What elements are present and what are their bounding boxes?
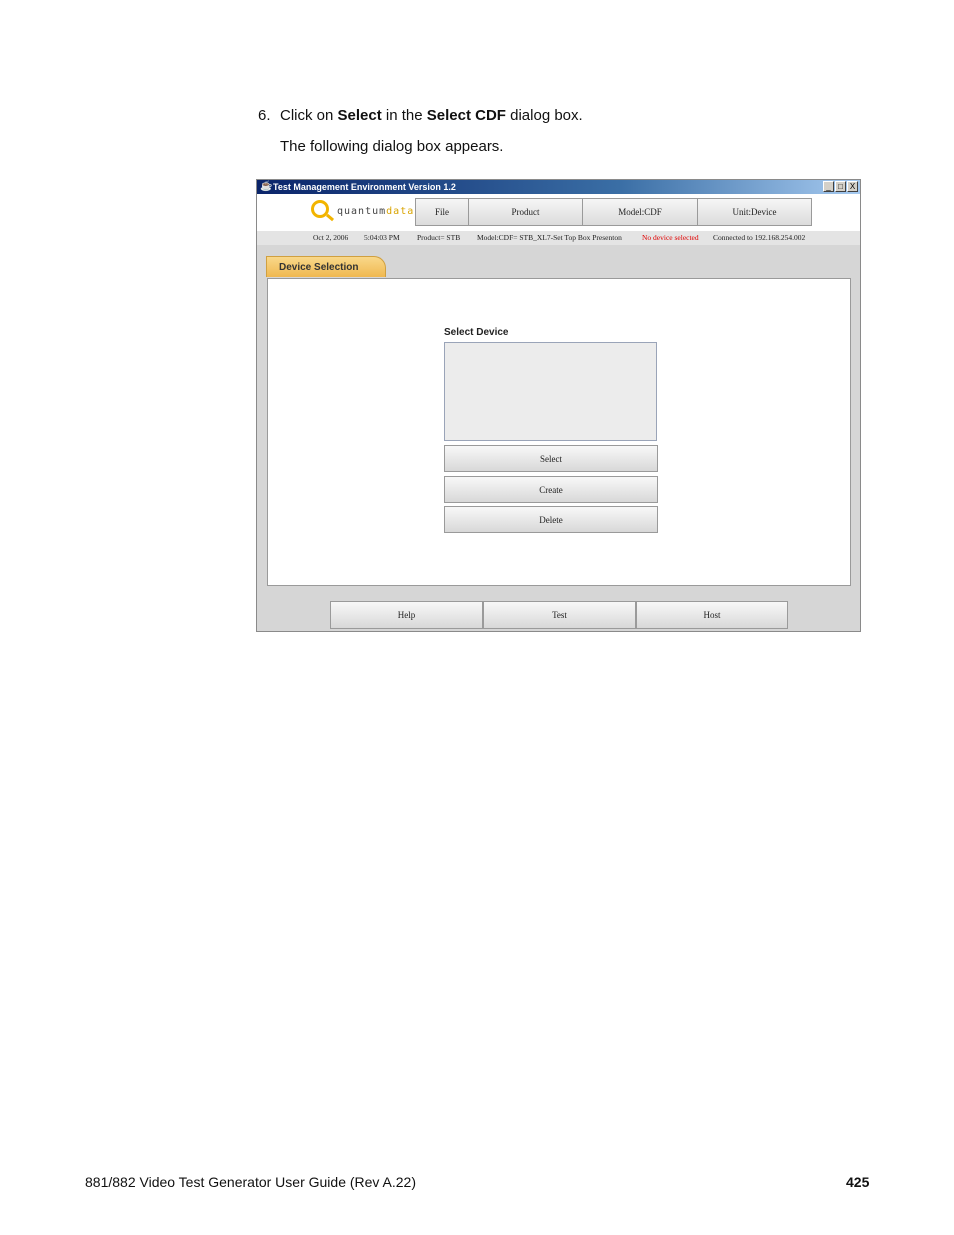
select-device-label: Select Device: [444, 327, 509, 338]
footer-page-number: 425: [846, 1174, 870, 1190]
status-time: 5:04:03 PM: [364, 233, 400, 242]
device-list[interactable]: [444, 342, 657, 441]
step-number: 6.: [258, 107, 271, 124]
status-model: Model:CDF= STB_XL7-Set Top Box Presenton: [477, 233, 622, 242]
status-bar: Oct 2, 2006 5:04:03 PM Product= STB Mode…: [257, 231, 860, 245]
window-title: Test Management Environment Version 1.2: [273, 182, 456, 192]
logo-text: quantumdata: [337, 206, 415, 217]
window-titlebar: ☕ Test Management Environment Version 1.…: [257, 180, 860, 194]
help-button[interactable]: Help: [330, 601, 483, 629]
instruction-subtext: The following dialog box appears.: [280, 138, 504, 155]
java-cup-icon: ☕: [260, 181, 273, 192]
device-selection-panel: Select Device Select Create Delete: [267, 278, 851, 586]
status-product: Product= STB: [417, 233, 461, 242]
create-button[interactable]: Create: [444, 476, 658, 503]
quantum-q-icon: [311, 200, 329, 218]
close-button[interactable]: X: [847, 181, 858, 192]
test-button[interactable]: Test: [483, 601, 636, 629]
status-connection: Connected to 192.168.254.002: [713, 233, 806, 242]
maximize-button[interactable]: □: [835, 181, 846, 192]
tab-device-selection[interactable]: Device Selection: [266, 256, 386, 277]
app-header: quantumdata File Product Model:CDF Unit:…: [257, 194, 860, 231]
step-text: Click on Select in the Select CDF dialog…: [280, 107, 583, 124]
footer-guide-title: 881/882 Video Test Generator User Guide …: [85, 1174, 417, 1190]
menu-model-cdf-button[interactable]: Model:CDF: [582, 198, 698, 226]
minimize-button[interactable]: _: [823, 181, 834, 192]
host-button[interactable]: Host: [636, 601, 788, 629]
quantumdata-logo: quantumdata: [309, 198, 419, 226]
menu-unit-device-button[interactable]: Unit:Device: [697, 198, 812, 226]
delete-button[interactable]: Delete: [444, 506, 658, 533]
app-window-screenshot: ☕ Test Management Environment Version 1.…: [256, 179, 861, 632]
menu-file-button[interactable]: File: [415, 198, 469, 226]
status-date: Oct 2, 2006: [313, 233, 349, 242]
select-button[interactable]: Select: [444, 445, 658, 472]
status-device: No device selected: [642, 233, 699, 242]
menu-product-button[interactable]: Product: [468, 198, 583, 226]
